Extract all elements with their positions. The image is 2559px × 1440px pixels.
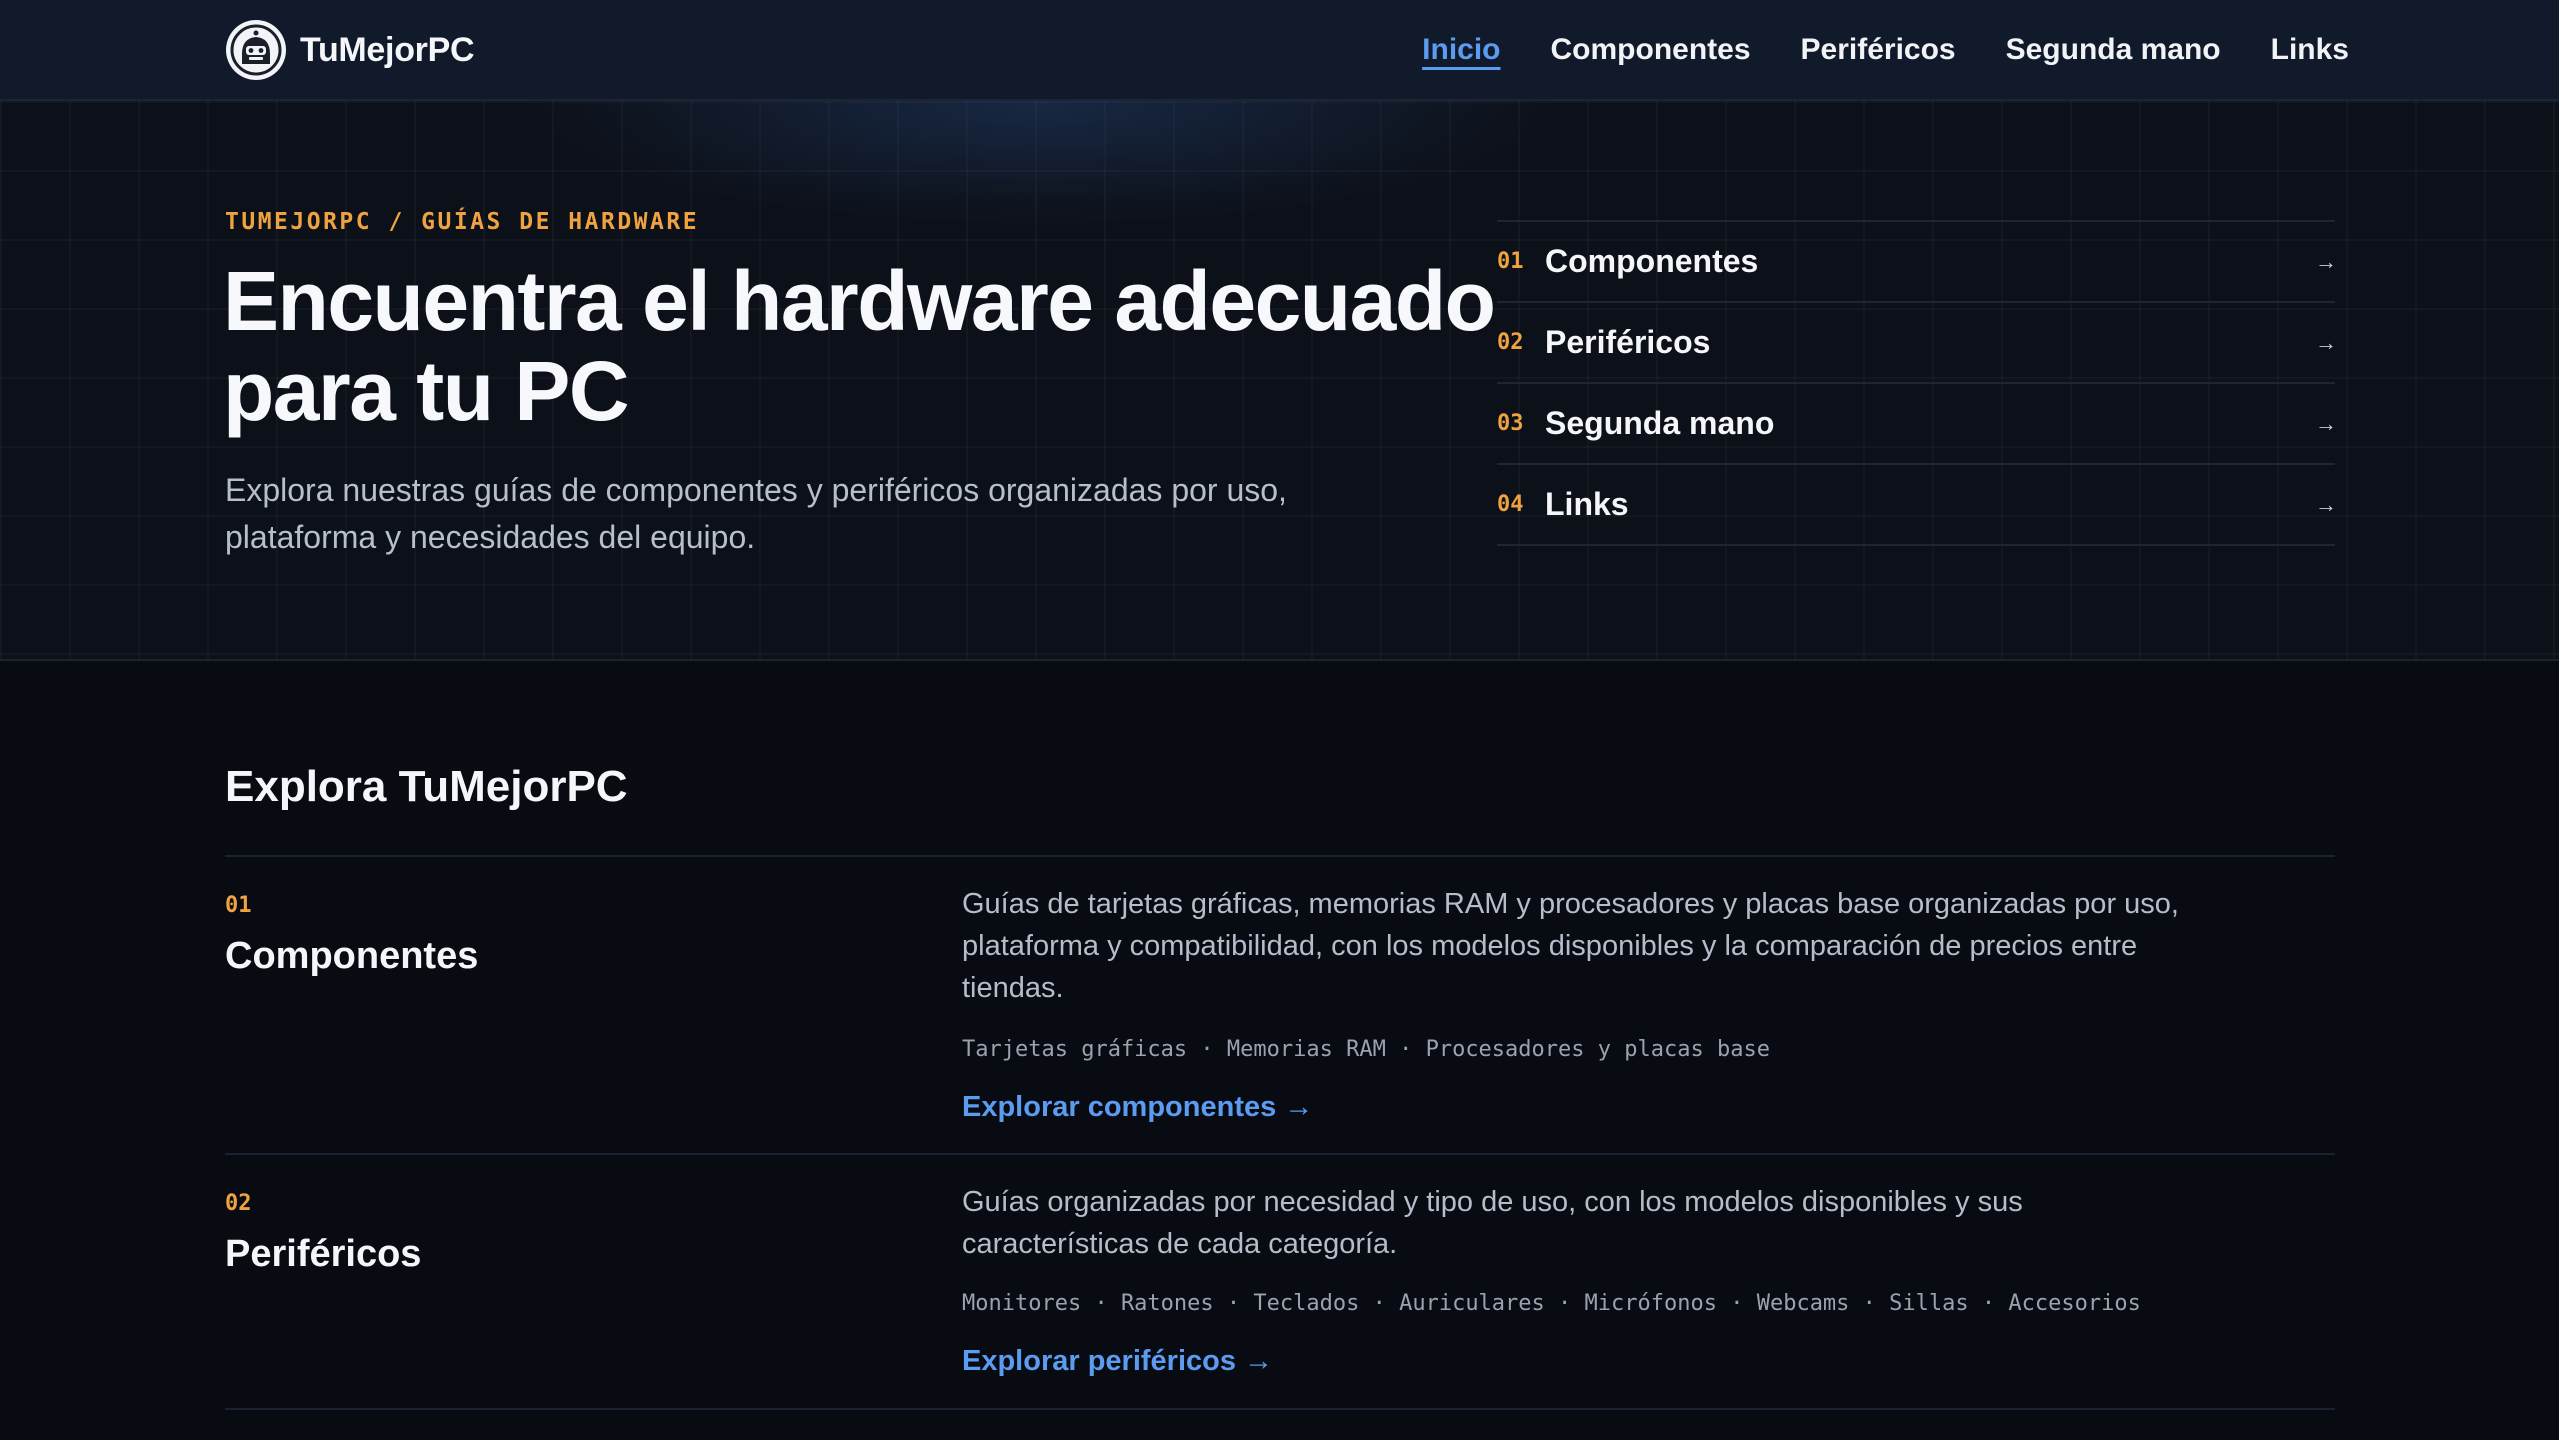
explore-item-title: Componentes xyxy=(225,935,479,977)
explore-item-number: 02 xyxy=(225,1191,252,1216)
site-header: TuMejorPC Inicio Componentes Periféricos… xyxy=(0,0,2559,101)
nav-componentes[interactable]: Componentes xyxy=(1551,33,1751,67)
hero-quick-links: 01 Componentes → 02 Periféricos → 03 Seg… xyxy=(1497,220,2337,546)
nav-links[interactable]: Links xyxy=(2271,33,2349,67)
brand-name: TuMejorPC xyxy=(300,30,475,69)
explore-componentes-link[interactable]: Explorar componentes → xyxy=(962,1091,1313,1124)
nav-perifericos[interactable]: Periféricos xyxy=(1801,33,1956,67)
quick-link-label: Componentes xyxy=(1545,243,1759,279)
quick-link-number: 02 xyxy=(1497,330,1524,355)
explore-item-componentes: 01 Componentes Guías de tarjetas gráfica… xyxy=(225,857,2335,1155)
explore-item-tags: Monitores · Ratones · Teclados · Auricul… xyxy=(962,1291,2141,1316)
arrow-right-icon: → xyxy=(2315,410,2337,436)
quick-link-number: 04 xyxy=(1497,492,1524,517)
explore-item-description: Guías organizadas por necesidad y tipo d… xyxy=(962,1186,2023,1260)
hero-title: Encuentra el hardware adecuado para tu P… xyxy=(223,254,1496,438)
explore-item-title: Periféricos xyxy=(225,1233,422,1275)
quick-link-label: Segunda mano xyxy=(1545,405,1775,441)
quick-link-componentes[interactable]: 01 Componentes → xyxy=(1497,222,2337,303)
quick-link-links[interactable]: 04 Links → xyxy=(1497,465,2337,546)
nav-segunda-mano[interactable]: Segunda mano xyxy=(2006,33,2221,67)
quick-link-number: 03 xyxy=(1497,411,1524,436)
hero-section: TUMEJORPC / GUÍAS DE HARDWARE Encuentra … xyxy=(0,101,2559,661)
brand-home-link[interactable]: TuMejorPC xyxy=(226,20,475,80)
arrow-right-icon: → xyxy=(2315,248,2337,274)
helmet-avatar-icon xyxy=(226,20,286,80)
hero-eyebrow: TUMEJORPC / GUÍAS DE HARDWARE xyxy=(225,209,700,235)
arrow-right-icon: → xyxy=(2315,329,2337,355)
quick-link-perifericos[interactable]: 02 Periféricos → xyxy=(1497,303,2337,384)
explore-list: 01 Componentes Guías de tarjetas gráfica… xyxy=(225,855,2335,1410)
arrow-right-icon: → xyxy=(2315,491,2337,517)
hero-subtitle: Explora nuestras guías de componentes y … xyxy=(225,472,1287,555)
explore-item-description: Guías de tarjetas gráficas, memorias RAM… xyxy=(962,888,2179,1004)
quick-link-number: 01 xyxy=(1497,249,1524,274)
quick-link-label: Links xyxy=(1545,486,1629,522)
explore-perifericos-link[interactable]: Explorar periféricos → xyxy=(962,1345,1273,1378)
quick-link-segunda-mano[interactable]: 03 Segunda mano → xyxy=(1497,384,2337,465)
explore-item-tags: Tarjetas gráficas · Memorias RAM · Proce… xyxy=(962,1037,1770,1062)
explore-section-title: Explora TuMejorPC xyxy=(225,762,628,811)
explore-item-perifericos: 02 Periféricos Guías organizadas por nec… xyxy=(225,1155,2335,1410)
quick-link-label: Periféricos xyxy=(1545,324,1711,360)
main-nav: Inicio Componentes Periféricos Segunda m… xyxy=(1372,0,2349,100)
nav-inicio[interactable]: Inicio xyxy=(1422,33,1500,67)
explore-item-number: 01 xyxy=(225,893,252,918)
